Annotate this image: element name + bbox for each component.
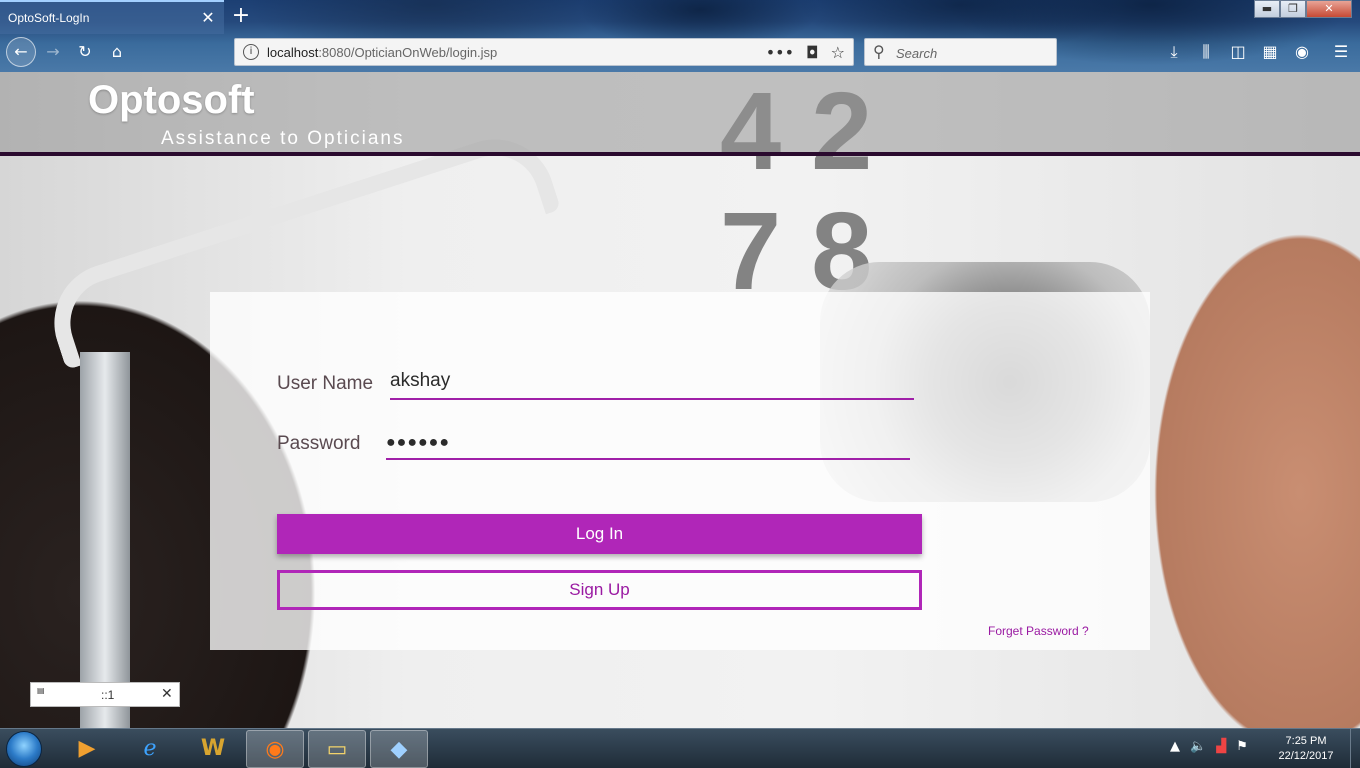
browser-tab[interactable]: OptoSoft-LogIn ✕ (0, 0, 224, 34)
password-label: Password (277, 433, 361, 454)
clock-date: 22/12/2017 (1278, 750, 1334, 762)
forward-icon[interactable]: → (42, 41, 64, 63)
taskbar: ▶ ℯ W ◉ ▭ ◆ ▲ 🔈 ▟ ⚑ 7:25 PM 22/12/2017 (0, 728, 1360, 768)
sidebar-icon[interactable]: ◫ (1227, 41, 1249, 63)
site-info-icon[interactable]: i (243, 44, 259, 60)
file-explorer-icon[interactable]: ▭ (308, 730, 366, 768)
maximize-button[interactable]: ❐ (1280, 0, 1306, 18)
password-input[interactable]: ●●●●●● (386, 430, 910, 460)
action-center-icon[interactable]: ⚑ (1236, 739, 1248, 754)
tab-title: OptoSoft-LogIn (8, 11, 90, 25)
username-label: User Name (277, 373, 374, 394)
show-desktop-button[interactable] (1350, 729, 1360, 768)
site-tagline: Assistance to Opticians (161, 128, 405, 149)
downloads-icon[interactable]: ⤓ (1163, 41, 1185, 63)
login-form: User Name akshay Password ●●●●●● Log In … (210, 292, 1150, 650)
url-text[interactable]: localhost:8080/OpticianOnWeb/login.jsp (267, 45, 497, 60)
clock-time: 7:25 PM (1285, 735, 1327, 747)
bookmark-star-icon[interactable]: ☆ (831, 43, 845, 62)
site-title: Optosoft (88, 78, 255, 122)
new-tab-button[interactable]: + (230, 4, 252, 28)
word-icon[interactable]: W (184, 730, 242, 768)
search-bar[interactable]: ⚲ Search (864, 38, 1057, 66)
close-window-button[interactable]: ✕ (1306, 0, 1352, 18)
search-placeholder: Search (896, 46, 938, 61)
minimize-button[interactable]: ▬ (1254, 0, 1280, 18)
background-pole (80, 352, 130, 728)
forget-password-link[interactable]: Forget Password ? (988, 624, 1089, 638)
grid-icon[interactable]: ▦ (1259, 41, 1281, 63)
tray-expand-icon[interactable]: ▲ (1170, 739, 1180, 754)
back-icon[interactable]: ← (6, 37, 36, 67)
url-bar[interactable]: i localhost:8080/OpticianOnWeb/login.jsp… (234, 38, 854, 66)
ip-popup: ▤ ::1 ✕ (30, 682, 180, 707)
signup-button[interactable]: Sign Up (277, 570, 922, 610)
clock[interactable]: 7:25 PM 22/12/2017 (1268, 734, 1344, 764)
virtualbox-icon[interactable]: ◆ (370, 730, 428, 768)
page-actions-icon[interactable]: ••• (766, 43, 794, 62)
home-icon[interactable]: ⌂ (106, 41, 128, 63)
tab-close-icon[interactable]: ✕ (200, 8, 216, 28)
site-header: Optosoft Assistance to Opticians (0, 72, 1360, 156)
browser-chrome: OptoSoft-LogIn ✕ + ▬ ❐ ✕ ← → ↻ ⌂ i local… (0, 0, 1360, 72)
url-path: :8080/OpticianOnWeb/login.jsp (318, 45, 498, 60)
login-button[interactable]: Log In (277, 514, 922, 554)
popup-text: ::1 (101, 688, 115, 702)
search-icon: ⚲ (873, 42, 885, 61)
start-button[interactable] (6, 731, 42, 767)
url-actions: ••• ◘ ☆ (766, 43, 845, 62)
navigation-toolbar: ← → ↻ ⌂ i localhost:8080/OpticianOnWeb/l… (0, 34, 1360, 72)
username-input[interactable]: akshay (390, 370, 914, 400)
extension-icon[interactable]: ◉ (1291, 41, 1313, 63)
pocket-icon[interactable]: ◘ (806, 43, 819, 62)
window-controls: ▬ ❐ ✕ (1254, 0, 1352, 18)
system-tray: ▲ 🔈 ▟ ⚑ (1170, 739, 1248, 754)
menu-icon[interactable]: ☰ (1330, 41, 1352, 63)
network-status-icon[interactable]: ▟ (1216, 739, 1226, 754)
web-page: 4278 Optosoft Assistance to Opticians Us… (0, 72, 1360, 728)
url-host: localhost (267, 45, 319, 60)
popup-close-icon[interactable]: ✕ (161, 686, 173, 702)
volume-icon[interactable]: 🔈 (1190, 739, 1206, 754)
library-icon[interactable]: ⫼ (1195, 41, 1217, 63)
media-player-icon[interactable]: ▶ (58, 730, 116, 768)
firefox-icon[interactable]: ◉ (246, 730, 304, 768)
internet-explorer-icon[interactable]: ℯ (121, 730, 179, 768)
network-icon: ▤ (37, 686, 45, 695)
reload-icon[interactable]: ↻ (74, 41, 96, 63)
